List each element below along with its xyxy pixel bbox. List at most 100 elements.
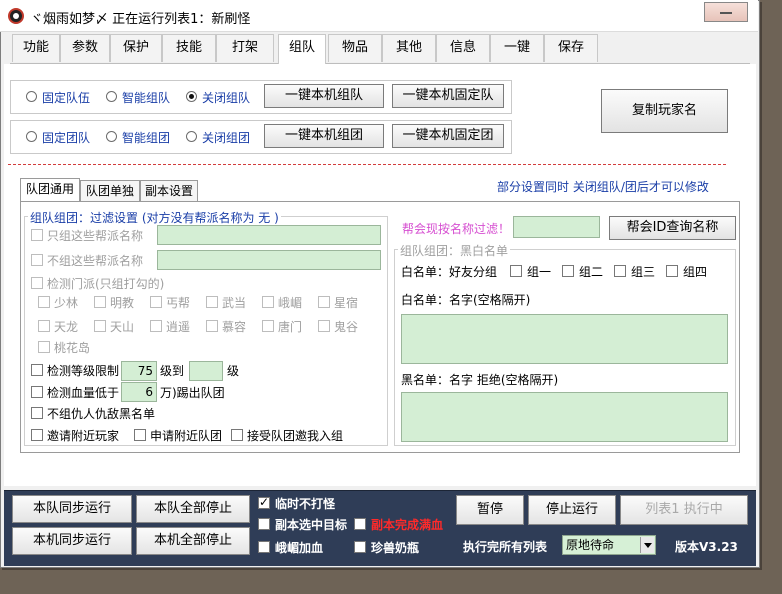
sect-label: 唐门 bbox=[278, 320, 303, 334]
sect-checkbox[interactable] bbox=[206, 296, 218, 308]
sect-checkbox[interactable] bbox=[318, 320, 330, 332]
sect-checkbox[interactable] bbox=[38, 296, 50, 308]
guild-filter-label: 帮会现按名称过滤！ bbox=[402, 222, 511, 236]
accept-invite-checkbox[interactable] bbox=[231, 429, 243, 441]
group-three-label: 组三 bbox=[631, 265, 656, 279]
group-four-label: 组四 bbox=[683, 265, 708, 279]
team-sync-run-button[interactable]: 本队同步运行 bbox=[12, 495, 132, 523]
sect-checkbox[interactable] bbox=[38, 320, 50, 332]
team-stop-all-button[interactable]: 本队全部停止 bbox=[136, 495, 250, 523]
radio-fixed-group[interactable] bbox=[26, 131, 37, 142]
sect-checkbox[interactable] bbox=[150, 320, 162, 332]
radio-smart-team[interactable] bbox=[106, 91, 117, 102]
only-guild-label: 只组这些帮派名称 bbox=[47, 229, 144, 243]
local-team-button[interactable]: 一键本机组队 bbox=[264, 84, 384, 108]
level-limit-checkbox[interactable] bbox=[31, 364, 43, 376]
radio-close-team[interactable] bbox=[186, 91, 197, 102]
emei-heal-checkbox[interactable] bbox=[258, 541, 270, 553]
dungeon-complete-label: 副本完成满血 bbox=[371, 518, 444, 532]
tab-onekey[interactable]: 一键 bbox=[490, 34, 544, 62]
sect-checkbox[interactable] bbox=[94, 320, 106, 332]
sect-checkbox[interactable] bbox=[150, 296, 162, 308]
radio-fixed-team[interactable] bbox=[26, 91, 37, 102]
radio-smart-group-label: 智能组团 bbox=[122, 131, 171, 145]
local-stop-all-button[interactable]: 本机全部停止 bbox=[136, 527, 250, 555]
dungeon-complete-checkbox[interactable] bbox=[354, 518, 366, 530]
tab-skills[interactable]: 技能 bbox=[162, 34, 216, 62]
group-three-checkbox[interactable] bbox=[614, 265, 626, 277]
notice-text: 部分设置同时 关闭组队/团后才可以修改 bbox=[497, 180, 709, 194]
tab-other[interactable]: 其他 bbox=[382, 34, 436, 62]
apply-nearby-checkbox[interactable] bbox=[134, 429, 146, 441]
pet-milk-checkbox[interactable] bbox=[354, 541, 366, 553]
whitelist-name-input[interactable] bbox=[401, 314, 728, 364]
list-executing-button[interactable]: 列表1 执行中 bbox=[620, 495, 748, 525]
sect-checkbox[interactable] bbox=[262, 296, 274, 308]
invite-nearby-label: 邀请附近玩家 bbox=[47, 429, 120, 443]
detect-sect-checkbox[interactable] bbox=[31, 277, 43, 289]
version-label: 版本V3.23 bbox=[675, 540, 738, 554]
sect-label: 明教 bbox=[110, 296, 135, 310]
sect-checkbox[interactable] bbox=[318, 296, 330, 308]
subtab-common[interactable]: 队团通用 bbox=[20, 178, 80, 202]
guild-filter-input[interactable] bbox=[513, 216, 600, 238]
radio-fixed-group-label: 固定团队 bbox=[42, 131, 91, 145]
tab-params[interactable]: 参数 bbox=[60, 34, 110, 62]
tab-items[interactable]: 物品 bbox=[328, 34, 382, 62]
dungeon-target-checkbox[interactable] bbox=[258, 518, 270, 530]
after-list-action-value: 原地待命 bbox=[566, 538, 615, 552]
sect-label: 天山 bbox=[110, 320, 135, 334]
invite-nearby-checkbox[interactable] bbox=[31, 429, 43, 441]
radio-close-team-label: 关闭组队 bbox=[202, 91, 251, 105]
radio-close-group[interactable] bbox=[186, 131, 197, 142]
pause-button[interactable]: 暂停 bbox=[456, 495, 524, 525]
radio-fixed-team-label: 固定队伍 bbox=[42, 91, 91, 105]
level-max-input[interactable] bbox=[189, 361, 223, 381]
temp-no-fight-checkbox[interactable] bbox=[258, 495, 270, 509]
level-min-input[interactable]: 75 bbox=[121, 361, 157, 381]
only-guild-input[interactable] bbox=[157, 225, 381, 245]
sect-label: 星宿 bbox=[334, 296, 359, 310]
not-guild-checkbox[interactable] bbox=[31, 254, 43, 266]
sect-label: 少林 bbox=[54, 296, 79, 310]
hp-check-label: 检测血量低于 bbox=[47, 386, 120, 400]
hp-check-checkbox[interactable] bbox=[31, 386, 43, 398]
radio-close-group-label: 关闭组团 bbox=[202, 131, 251, 145]
tab-team[interactable]: 组队 bbox=[278, 34, 326, 64]
local-fixed-team-button[interactable]: 一键本机固定队 bbox=[392, 84, 504, 108]
blacklist-name-input[interactable] bbox=[401, 392, 728, 442]
group-one-checkbox[interactable] bbox=[510, 265, 522, 277]
no-enemy-checkbox[interactable] bbox=[31, 407, 43, 419]
sect-checkbox[interactable] bbox=[38, 341, 50, 353]
tab-protect[interactable]: 保护 bbox=[110, 34, 162, 62]
group-two-checkbox[interactable] bbox=[562, 265, 574, 277]
local-fixed-group-button[interactable]: 一键本机固定团 bbox=[392, 124, 504, 148]
tab-info[interactable]: 信息 bbox=[436, 34, 490, 62]
level-limit-label: 检测等级限制 bbox=[47, 364, 120, 378]
tab-function[interactable]: 功能 bbox=[12, 34, 60, 62]
not-guild-input[interactable] bbox=[157, 250, 381, 270]
minimize-button[interactable] bbox=[704, 2, 748, 22]
sect-checkbox[interactable] bbox=[94, 296, 106, 308]
not-guild-label: 不组这些帮派名称 bbox=[47, 254, 144, 268]
copy-player-name-button[interactable]: 复制玩家名 bbox=[601, 89, 728, 133]
local-sync-run-button[interactable]: 本机同步运行 bbox=[12, 527, 132, 555]
tab-save[interactable]: 保存 bbox=[544, 34, 598, 62]
only-guild-checkbox[interactable] bbox=[31, 229, 43, 241]
local-group-button[interactable]: 一键本机组团 bbox=[264, 124, 384, 148]
sect-checkbox[interactable] bbox=[206, 320, 218, 332]
tab-fight[interactable]: 打架 bbox=[216, 34, 274, 62]
level-unit-label: 级 bbox=[227, 364, 240, 378]
sect-label: 桃花岛 bbox=[54, 341, 91, 355]
sect-checkbox[interactable] bbox=[262, 320, 274, 332]
subtab-single[interactable]: 队团单独 bbox=[80, 180, 140, 202]
sect-label: 慕容 bbox=[222, 320, 247, 334]
hp-value-input[interactable]: 6 bbox=[121, 382, 157, 402]
guild-id-query-button[interactable]: 帮会ID查询名称 bbox=[609, 216, 736, 240]
after-list-action-select[interactable]: 原地待命 bbox=[562, 535, 656, 555]
subtab-dungeon[interactable]: 副本设置 bbox=[140, 180, 198, 202]
group-one-label: 组一 bbox=[527, 265, 552, 279]
radio-smart-group[interactable] bbox=[106, 131, 117, 142]
group-four-checkbox[interactable] bbox=[666, 265, 678, 277]
stop-run-button[interactable]: 停止运行 bbox=[528, 495, 616, 525]
